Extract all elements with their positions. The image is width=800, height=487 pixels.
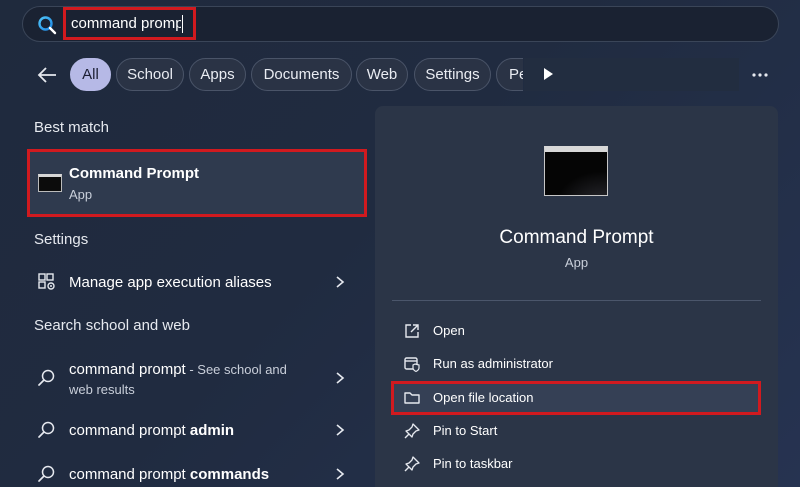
details-subtitle: App bbox=[564, 255, 589, 270]
web-result-hint-line2: web results bbox=[69, 382, 135, 397]
pin-icon bbox=[404, 456, 420, 472]
action-pin-to-start[interactable]: Pin to Start bbox=[391, 414, 761, 448]
action-open[interactable]: Open bbox=[391, 314, 761, 348]
web-result-query: command prompt bbox=[69, 361, 186, 378]
best-match-subtitle: App bbox=[69, 187, 93, 202]
details-divider bbox=[392, 300, 761, 301]
open-external-icon bbox=[405, 324, 419, 338]
web-result-admin[interactable]: command prompt admin bbox=[27, 412, 357, 448]
chip-people-clip: Pe bbox=[496, 58, 523, 91]
action-label: Pin to taskbar bbox=[433, 456, 513, 471]
search-highlight-box bbox=[63, 7, 196, 40]
chevron-right-icon bbox=[336, 276, 345, 288]
web-result-commands[interactable]: command prompt commands bbox=[27, 456, 357, 487]
chevron-right-icon bbox=[336, 424, 345, 436]
settings-item-aliases[interactable]: Manage app execution aliases bbox=[27, 264, 357, 300]
web-result-see-results[interactable]: command prompt - See school and web resu… bbox=[27, 356, 357, 400]
web-result-text: command prompt commands bbox=[69, 466, 269, 483]
web-result-bold: commands bbox=[189, 466, 270, 483]
chip-web[interactable]: Web bbox=[356, 58, 408, 91]
search-icon bbox=[38, 369, 55, 386]
web-result-hint: - See school and bbox=[185, 362, 287, 377]
action-pin-to-taskbar[interactable]: Pin to taskbar bbox=[391, 447, 761, 481]
web-result-bold: admin bbox=[189, 422, 235, 439]
chip-people[interactable]: Pe bbox=[496, 58, 523, 91]
chip-school[interactable]: School bbox=[116, 58, 184, 91]
app-settings-icon bbox=[38, 273, 55, 290]
settings-header: Settings bbox=[34, 231, 89, 248]
search-input[interactable] bbox=[71, 15, 181, 32]
search-icon bbox=[38, 421, 55, 438]
filter-bar: All School Apps Documents Web Settings P… bbox=[0, 58, 800, 92]
action-label: Run as administrator bbox=[433, 356, 553, 371]
text-caret bbox=[182, 14, 183, 33]
search-web-header: Search school and web bbox=[34, 317, 190, 334]
chip-apps[interactable]: Apps bbox=[189, 58, 246, 91]
search-bar[interactable] bbox=[22, 6, 779, 42]
search-icon bbox=[38, 465, 55, 482]
command-prompt-icon-large bbox=[544, 146, 608, 196]
search-icon bbox=[38, 16, 57, 35]
action-label: Open bbox=[433, 323, 465, 338]
best-match-header: Best match bbox=[34, 119, 110, 136]
chip-all[interactable]: All bbox=[70, 58, 111, 91]
more-options-icon[interactable] bbox=[751, 72, 769, 78]
chevron-right-icon bbox=[336, 468, 345, 480]
play-icon[interactable] bbox=[541, 67, 555, 81]
chip-documents[interactable]: Documents bbox=[251, 58, 352, 91]
action-open-file-location[interactable]: Open file location bbox=[391, 381, 761, 415]
command-prompt-icon bbox=[38, 174, 62, 192]
chip-settings[interactable]: Settings bbox=[414, 58, 491, 91]
back-arrow-icon[interactable] bbox=[36, 65, 58, 85]
web-result-text: command prompt - See school and web resu… bbox=[69, 360, 309, 400]
web-result-text: command prompt admin bbox=[69, 422, 234, 439]
settings-item-label: Manage app execution aliases bbox=[69, 274, 272, 291]
best-match-item[interactable]: Command Prompt App bbox=[27, 149, 367, 217]
action-label: Pin to Start bbox=[433, 423, 498, 438]
chevron-right-icon bbox=[336, 372, 345, 384]
details-title: Command Prompt bbox=[499, 227, 654, 248]
web-result-query: command prompt bbox=[69, 466, 190, 483]
action-run-as-admin[interactable]: Run as administrator bbox=[391, 347, 761, 381]
shield-icon bbox=[404, 357, 420, 373]
pin-icon bbox=[404, 423, 420, 439]
web-result-query: command prompt bbox=[69, 422, 190, 439]
folder-icon bbox=[404, 392, 420, 404]
filter-fade-strip bbox=[524, 58, 739, 91]
best-match-title: Command Prompt bbox=[69, 165, 200, 182]
action-label: Open file location bbox=[433, 390, 534, 405]
details-panel: Command Prompt App Open Run as administr… bbox=[375, 106, 778, 487]
